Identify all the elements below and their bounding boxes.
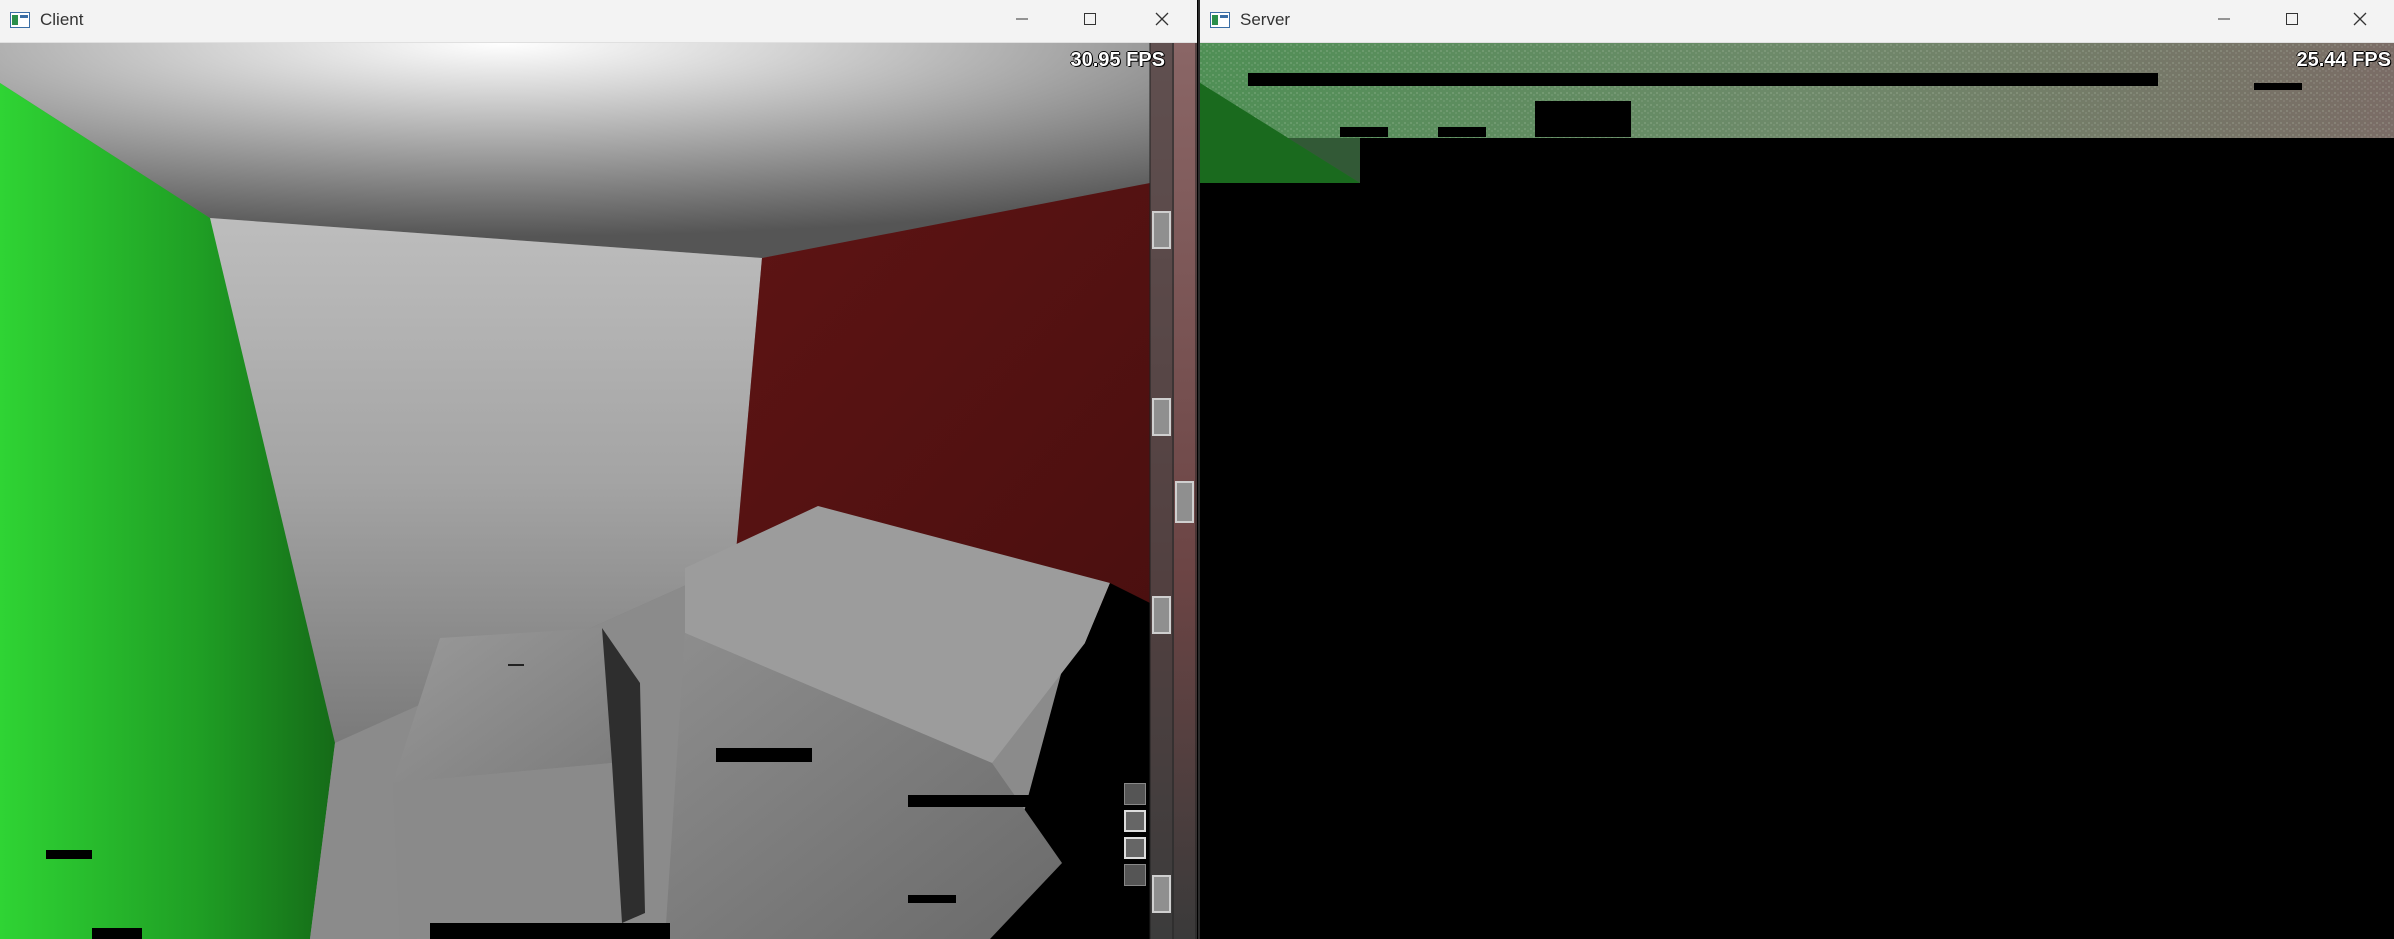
client-scene	[0, 43, 1197, 939]
server-minimize-button[interactable]	[2190, 0, 2258, 42]
client-minimize-button[interactable]	[988, 0, 1056, 42]
server-maximize-button[interactable]	[2258, 0, 2326, 42]
client-window: Client 30.95 FPS	[0, 0, 1197, 939]
close-icon	[2352, 11, 2368, 32]
slider-thumb-5[interactable]	[1175, 481, 1194, 523]
scene-control-button[interactable]	[1124, 864, 1146, 886]
app-window-icon	[10, 12, 30, 28]
server-window: Server 25.44 FPS	[1198, 0, 2394, 939]
scene-control-button[interactable]	[1124, 837, 1146, 859]
server-scene	[1200, 43, 2394, 939]
server-title: Server	[1240, 10, 1291, 29]
client-title: Client	[40, 10, 84, 29]
minimize-icon	[1015, 12, 1029, 31]
client-fps-counter: 30.95 FPS	[1070, 49, 1165, 71]
client-render-viewport[interactable]: 30.95 FPS	[0, 43, 1197, 939]
maximize-icon	[2285, 12, 2299, 31]
slider-thumb-3[interactable]	[1152, 596, 1171, 634]
client-maximize-button[interactable]	[1056, 0, 1124, 42]
minimize-icon	[2217, 12, 2231, 31]
slider-thumb-2[interactable]	[1152, 398, 1171, 436]
client-titlebar[interactable]: Client	[0, 0, 1197, 43]
server-render-viewport[interactable]: 25.44 FPS	[1200, 43, 2394, 939]
server-close-button[interactable]	[2326, 0, 2394, 42]
scene-control-stack	[1124, 783, 1148, 886]
slider-thumb-4[interactable]	[1152, 875, 1171, 913]
slider-thumb-1[interactable]	[1152, 211, 1171, 249]
client-close-button[interactable]	[1128, 0, 1196, 42]
scene-control-button[interactable]	[1124, 810, 1146, 832]
close-icon	[1154, 11, 1170, 32]
server-fps-counter: 25.44 FPS	[2296, 49, 2391, 71]
server-titlebar[interactable]: Server	[1200, 0, 2394, 43]
scene-control-button[interactable]	[1124, 783, 1146, 805]
maximize-icon	[1083, 12, 1097, 31]
app-window-icon	[1210, 12, 1230, 28]
